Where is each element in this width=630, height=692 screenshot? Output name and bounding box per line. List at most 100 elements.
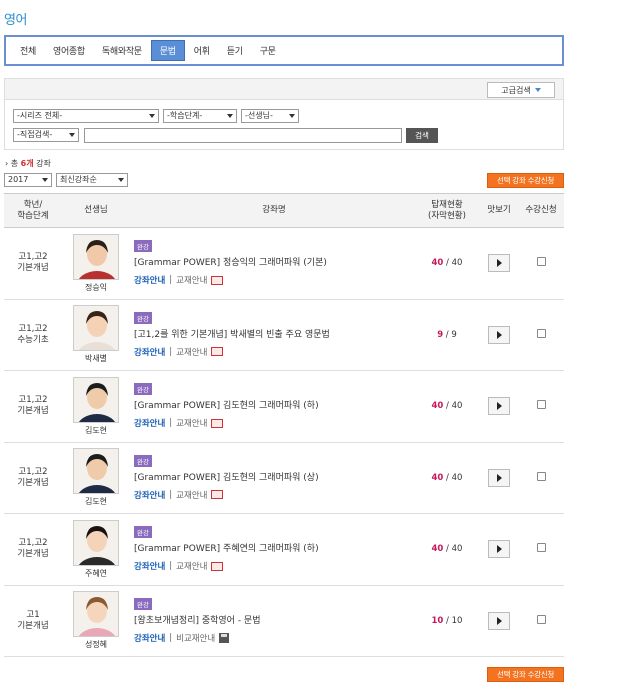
advanced-search-bar: 고급검색 [4, 78, 564, 100]
book-icon[interactable] [211, 347, 224, 357]
book-icon[interactable] [211, 561, 224, 571]
book-icon[interactable] [211, 418, 224, 428]
uploaded-count: 40 [431, 401, 444, 412]
uploaded-count: 40 [431, 544, 444, 555]
play-icon [496, 259, 502, 268]
course-guide-link[interactable]: 강좌안내 [134, 560, 165, 572]
book-icon[interactable] [211, 275, 224, 285]
preview-cell [480, 513, 518, 586]
preview-cell [480, 442, 518, 514]
course-guide-link[interactable]: 강좌안내 [134, 417, 165, 429]
enroll-cell [518, 513, 564, 586]
enroll-checkbox[interactable] [536, 257, 546, 267]
teacher-photo[interactable] [73, 376, 119, 423]
level-text: 기본개념 [17, 620, 49, 631]
course-title-link[interactable]: [Grammar POWER] 김도현의 그래머파워 (상) [134, 470, 414, 483]
teacher-name: 정승익 [84, 282, 108, 292]
level-text: 기본개념 [17, 263, 49, 274]
play-icon [496, 616, 502, 625]
teacher-select[interactable]: -선생님- [241, 109, 299, 123]
material-guide-link[interactable]: 교재안내 [176, 489, 207, 501]
apply-button-top[interactable]: 선택 강좌 수강신청 [487, 173, 564, 188]
preview-play-button[interactable] [488, 397, 510, 416]
tab-reading-writing[interactable]: 독해와작문 [94, 41, 150, 60]
chevron-down-icon [149, 114, 155, 118]
enroll-checkbox[interactable] [536, 543, 546, 553]
floppy-icon[interactable] [219, 632, 230, 643]
apply-button-bottom[interactable]: 선택 강좌 수강신청 [487, 667, 564, 682]
preview-play-button[interactable] [488, 540, 510, 559]
table-row: 고1,고2 수능기초 박새별 완강 [고1,2를 위한 기본개념] 박새별의 빈출… [4, 299, 564, 371]
material-guide-link[interactable]: 비교재안내 [176, 632, 215, 644]
course-guide-link[interactable]: 강좌안내 [134, 346, 165, 358]
teacher-photo[interactable] [73, 519, 119, 566]
total-count: › 총 6개 강좌 [5, 158, 51, 169]
tab-syntax[interactable]: 구문 [252, 41, 284, 60]
arrow-bullet-icon: › [5, 159, 9, 168]
preview-play-button[interactable] [488, 325, 510, 344]
book-icon[interactable] [211, 490, 224, 500]
course-guide-link[interactable]: 강좌안내 [134, 632, 165, 644]
course-cell: 완강 [Grammar POWER] 주혜연의 그래머파워 (하) 강좌안내 |… [130, 513, 414, 586]
status-badge: 완강 [134, 311, 152, 324]
grade-cell: 고1,고2 수능기초 [4, 299, 62, 371]
material-guide-link[interactable]: 교재안내 [176, 274, 207, 286]
preview-play-button[interactable] [488, 254, 510, 273]
enroll-checkbox[interactable] [536, 328, 546, 338]
course-title-link[interactable]: [Grammar POWER] 주혜연의 그래머파워 (하) [134, 541, 414, 554]
dropdown-arrow-icon [534, 88, 541, 92]
direct-search-select[interactable]: -직접검색- [13, 128, 79, 142]
tab-all[interactable]: 전체 [12, 41, 44, 60]
material-guide-link[interactable]: 교재안내 [176, 417, 207, 429]
teacher-photo[interactable] [73, 305, 119, 352]
grade-text: 고1 [26, 609, 40, 620]
tab-vocabulary[interactable]: 어휘 [186, 41, 218, 60]
header-course: 강좌명 [130, 193, 414, 228]
tab-listening[interactable]: 듣기 [219, 41, 251, 60]
course-title-link[interactable]: [Grammar POWER] 정승익의 그래머파워 (기본) [134, 255, 414, 268]
series-select[interactable]: -시리즈 전체- [13, 109, 159, 123]
course-title-link[interactable]: [Grammar POWER] 김도현의 그래머파워 (하) [134, 398, 414, 411]
uploaded-count: 9 [437, 329, 444, 340]
grade-cell: 고1,고2 기본개념 [4, 442, 62, 514]
header-grade: 학년/학습단계 [4, 193, 62, 228]
sort-select[interactable]: 최신강좌순 [56, 173, 128, 187]
teacher-photo[interactable] [73, 233, 119, 280]
divider: | [169, 275, 173, 286]
course-links: 강좌안내 | 교재안내 [134, 560, 414, 572]
level-text: 기본개념 [17, 406, 49, 417]
course-guide-link[interactable]: 강좌안내 [134, 274, 165, 286]
teacher-photo[interactable] [73, 448, 119, 495]
course-guide-link[interactable]: 강좌안내 [134, 489, 165, 501]
table-header-row: 학년/학습단계 선생님 강좌명 탑재현황 (자막현황) 맛보기 수강신청 [4, 193, 564, 228]
filter-panel: -시리즈 전체- -학습단계- -선생님- -직접검색- 검색 [4, 100, 564, 150]
total-suffix: 강좌 [36, 159, 51, 168]
course-title-link[interactable]: [왕초보개념정리] 중학영어 - 문법 [134, 613, 414, 626]
advanced-search-button[interactable]: 고급검색 [487, 82, 555, 98]
sort-select-value: 최신강좌순 [60, 175, 97, 184]
preview-play-button[interactable] [488, 611, 510, 630]
preview-play-button[interactable] [488, 468, 510, 487]
preview-cell [480, 299, 518, 371]
grade-text: 고1,고2 [18, 323, 48, 334]
material-guide-link[interactable]: 교재안내 [176, 346, 207, 358]
enroll-checkbox[interactable] [536, 471, 546, 481]
year-select[interactable]: 2017 [4, 173, 52, 187]
enroll-checkbox[interactable] [536, 400, 546, 410]
enroll-cell [518, 370, 564, 443]
uploaded-count: 40 [431, 472, 444, 483]
tab-english-general[interactable]: 영어종합 [45, 41, 93, 60]
search-input[interactable] [84, 128, 402, 143]
teacher-photo[interactable] [73, 591, 119, 638]
level-select[interactable]: -학습단계- [163, 109, 237, 123]
material-guide-link[interactable]: 교재안내 [176, 560, 207, 572]
play-icon [496, 545, 502, 554]
total-count-value: 40 [451, 544, 463, 555]
search-button[interactable]: 검색 [406, 128, 438, 143]
tab-grammar[interactable]: 문법 [150, 40, 185, 61]
total-count-value: 40 [451, 401, 463, 412]
uploaded-count: 10 [431, 615, 444, 626]
year-select-value: 2017 [8, 175, 29, 184]
enroll-checkbox[interactable] [536, 614, 546, 624]
course-title-link[interactable]: [고1,2를 위한 기본개념] 박새별의 빈출 주요 영문법 [134, 327, 414, 340]
